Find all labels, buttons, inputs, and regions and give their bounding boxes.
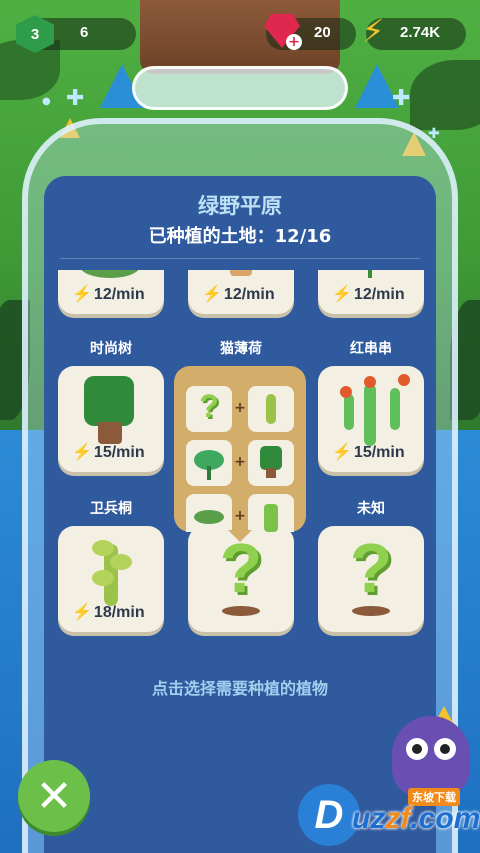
plant-name: 红串串: [350, 341, 392, 357]
plant-card[interactable]: ⚡ 12/min: [58, 270, 164, 314]
plant-name: 未知: [357, 501, 385, 517]
close-button[interactable]: ✕: [18, 760, 90, 832]
watermark-logo: D: [298, 784, 360, 846]
recipe-ingredient: [248, 494, 294, 532]
rate-value: 12/min: [223, 286, 275, 303]
recipe-ingredient: [186, 494, 232, 532]
cactus-arm: [390, 388, 400, 430]
mascot-eye: [406, 738, 428, 760]
plus-icon: +: [234, 400, 246, 416]
mascot-eye: [434, 738, 456, 760]
recipe-ingredient: [186, 440, 232, 486]
rate-value: 12/min: [353, 286, 405, 303]
rate-label: ⚡ 15/min: [72, 442, 145, 462]
jar-neck: [132, 66, 348, 110]
question-mark-icon: ?: [199, 388, 219, 424]
plant-name: 时尚树: [90, 341, 132, 357]
lightning-icon: ⚡: [72, 444, 92, 461]
divider: [60, 258, 420, 259]
watermark: D 东坡下载 uzzf.com: [298, 784, 480, 846]
rate-label: ⚡ 12/min: [202, 284, 275, 304]
watermark-text-b: zf: [385, 802, 411, 835]
page-title: 绿野平原: [198, 194, 282, 218]
rate-value: 18/min: [93, 604, 145, 621]
plant-art: [368, 270, 372, 278]
soil-mound: [222, 606, 260, 616]
plant-card[interactable]: ⚡ 12/min: [188, 270, 294, 314]
rate-label: ⚡ 15/min: [332, 442, 405, 462]
rate-value: 12/min: [93, 286, 145, 303]
rate-label: ⚡ 12/min: [72, 284, 145, 304]
berry: [340, 386, 352, 398]
sparkle-icon: ✚: [66, 86, 85, 111]
plant-art: [266, 468, 276, 478]
watermark-text-a: uz: [352, 802, 386, 835]
plant-card[interactable]: ⚡ 12/min: [318, 270, 424, 314]
energy-count: 2.74K: [400, 24, 441, 41]
berry: [364, 376, 376, 388]
berry: [398, 374, 410, 386]
lightning-icon: ⚡: [332, 286, 352, 303]
planted-land-count: 已种植的土地：12/16: [148, 226, 332, 247]
plant-leaf: [110, 554, 132, 570]
lightning-icon: ⚡: [362, 12, 385, 50]
plant-leaf: [92, 570, 114, 586]
cactus-arm: [344, 394, 354, 430]
instruction-text: 点击选择需要种植的植物: [151, 679, 328, 698]
tree-crown: [84, 376, 134, 426]
plus-icon: +: [234, 508, 246, 524]
lightning-icon: ⚡: [332, 444, 352, 461]
recipe-popup: ? + + +: [174, 366, 306, 532]
level-progress-value: 6: [80, 24, 89, 41]
cactus-stem: [364, 384, 376, 446]
add-gems-button[interactable]: +: [286, 34, 302, 50]
recipe-ingredient: [248, 386, 294, 432]
plant-art: [260, 446, 282, 470]
plant-name: 猫薄荷: [220, 341, 262, 357]
plant-card-unknown[interactable]: ?: [318, 526, 424, 632]
sparkle-icon: ✚: [392, 86, 411, 111]
lightning-icon: ⚡: [202, 286, 222, 303]
tree-trunk: [98, 422, 122, 444]
watermark-text-c: .com: [410, 802, 480, 835]
plant-leaf: [92, 540, 114, 556]
recipe-ingredient-unknown: ?: [186, 386, 232, 432]
rate-label: ⚡ 18/min: [72, 602, 145, 622]
soil-mound: [352, 606, 390, 616]
rate-value: 15/min: [93, 444, 145, 461]
lightning-icon: ⚡: [72, 286, 92, 303]
plant-art: [264, 504, 278, 532]
plant-art: [207, 466, 211, 480]
recipe-ingredient: [248, 440, 294, 486]
plus-icon: +: [234, 454, 246, 470]
plant-card-guard-tung[interactable]: ⚡ 18/min: [58, 526, 164, 632]
plant-art: [80, 270, 140, 278]
plant-name: 卫兵桐: [90, 501, 132, 517]
question-mark-icon: ?: [349, 529, 393, 607]
recipe-popup-arrow: [228, 530, 252, 542]
plant-art: [266, 394, 276, 424]
lightning-icon: ⚡: [72, 604, 92, 621]
rate-label: ⚡ 12/min: [332, 284, 405, 304]
gem-count: 20: [314, 24, 331, 41]
plant-art: [194, 510, 224, 524]
watermark-text: uzzf.com: [352, 802, 480, 836]
rate-value: 15/min: [353, 444, 405, 461]
plant-card-fashion-tree[interactable]: ⚡ 15/min: [58, 366, 164, 472]
close-icon: ✕: [35, 770, 73, 822]
plant-art: [230, 270, 252, 276]
plant-card-red-string[interactable]: ⚡ 15/min: [318, 366, 424, 472]
sparkle-icon: ●: [42, 96, 51, 107]
